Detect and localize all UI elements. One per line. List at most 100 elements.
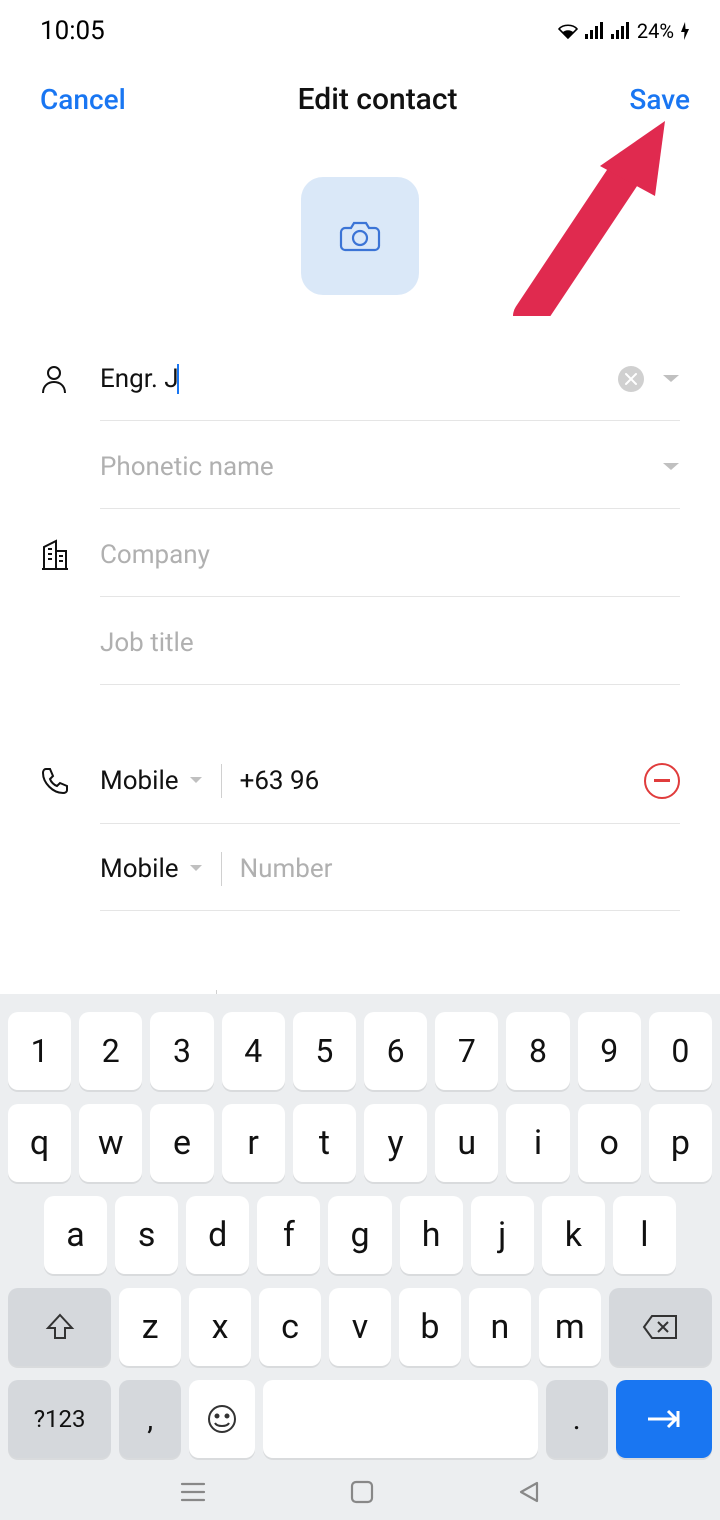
- key-m[interactable]: m: [539, 1288, 601, 1366]
- key-a[interactable]: a: [44, 1196, 107, 1274]
- key-d[interactable]: d: [186, 1196, 249, 1274]
- key-j[interactable]: j: [471, 1196, 534, 1274]
- phone2-row: Mobile: [40, 825, 680, 913]
- key-g[interactable]: g: [328, 1196, 391, 1274]
- page-title: Edit contact: [298, 82, 458, 117]
- key-v[interactable]: v: [329, 1288, 391, 1366]
- save-button[interactable]: Save: [629, 83, 690, 116]
- backspace-key[interactable]: [609, 1288, 712, 1366]
- phone2-type-selector[interactable]: Mobile: [100, 854, 221, 884]
- nav-bar: [8, 1468, 712, 1520]
- jobtitle-input[interactable]: [100, 628, 680, 658]
- add-photo-button[interactable]: [301, 177, 419, 295]
- key-s[interactable]: s: [115, 1196, 178, 1274]
- key-y[interactable]: y: [364, 1104, 427, 1182]
- key-l[interactable]: l: [613, 1196, 676, 1274]
- phonetic-input[interactable]: [100, 452, 680, 482]
- clear-name-button[interactable]: [618, 366, 644, 392]
- key-5[interactable]: 5: [293, 1012, 356, 1090]
- name-row: Engr. J: [40, 335, 680, 423]
- camera-icon: [339, 218, 381, 254]
- building-icon: [40, 539, 100, 571]
- nav-back-button[interactable]: [518, 1480, 540, 1508]
- company-input[interactable]: [100, 540, 680, 570]
- company-field-body: [100, 514, 680, 597]
- x-icon: [625, 373, 637, 385]
- key-h[interactable]: h: [400, 1196, 463, 1274]
- key-3[interactable]: 3: [150, 1012, 213, 1090]
- key-8[interactable]: 8: [506, 1012, 569, 1090]
- phonetic-field-body: [100, 426, 680, 509]
- status-time: 10:05: [40, 16, 105, 46]
- phone1-type-label: Mobile: [100, 766, 179, 796]
- backspace-icon: [642, 1314, 678, 1340]
- key-0[interactable]: 0: [649, 1012, 712, 1090]
- symbols-key[interactable]: ?123: [8, 1380, 111, 1458]
- shift-key[interactable]: [8, 1288, 111, 1366]
- phone1-type-selector[interactable]: Mobile: [100, 766, 221, 796]
- key-n[interactable]: n: [469, 1288, 531, 1366]
- kb-row-qwerty: qwertyuiop: [8, 1104, 712, 1182]
- jobtitle-field-body: [100, 602, 680, 685]
- chevron-down-icon: [189, 864, 203, 874]
- name-field-body: Engr. J: [100, 338, 680, 421]
- separator: [221, 852, 222, 886]
- chevron-down-icon: [662, 373, 680, 385]
- expand-name-button[interactable]: [662, 373, 680, 385]
- enter-key[interactable]: [616, 1380, 712, 1458]
- period-key[interactable]: .: [546, 1380, 608, 1458]
- emoji-icon: [206, 1403, 238, 1435]
- emoji-key[interactable]: [189, 1380, 254, 1458]
- phone1-input[interactable]: +63 96: [240, 766, 644, 796]
- space-key[interactable]: [263, 1380, 538, 1458]
- separator: [221, 764, 222, 798]
- shift-icon: [45, 1312, 75, 1342]
- key-w[interactable]: w: [79, 1104, 142, 1182]
- remove-phone1-button[interactable]: [644, 763, 680, 799]
- key-4[interactable]: 4: [222, 1012, 285, 1090]
- battery-percent: 24%: [637, 19, 674, 43]
- key-u[interactable]: u: [435, 1104, 498, 1182]
- phone-icon: [40, 766, 100, 796]
- charging-icon: [680, 22, 690, 40]
- key-6[interactable]: 6: [364, 1012, 427, 1090]
- minus-icon: [654, 779, 670, 782]
- key-b[interactable]: b: [399, 1288, 461, 1366]
- cancel-button[interactable]: Cancel: [40, 83, 126, 116]
- key-r[interactable]: r: [222, 1104, 285, 1182]
- signal-icon: [585, 22, 605, 40]
- comma-key[interactable]: ,: [119, 1380, 181, 1458]
- expand-phonetic-button[interactable]: [662, 461, 680, 473]
- nav-home-button[interactable]: [350, 1480, 374, 1508]
- name-input[interactable]: Engr. J: [100, 364, 179, 394]
- kb-row-asdf: asdfghjkl: [8, 1196, 712, 1274]
- key-i[interactable]: i: [506, 1104, 569, 1182]
- key-1[interactable]: 1: [8, 1012, 71, 1090]
- phone2-body: Mobile: [100, 828, 680, 911]
- nav-recent-button[interactable]: [180, 1481, 206, 1507]
- signal2-icon: [611, 22, 631, 40]
- key-k[interactable]: k: [542, 1196, 605, 1274]
- key-q[interactable]: q: [8, 1104, 71, 1182]
- key-f[interactable]: f: [257, 1196, 320, 1274]
- keyboard: 1234567890 qwertyuiop asdfghjkl zxcvbnm …: [0, 994, 720, 1520]
- phone2-input[interactable]: [240, 854, 680, 884]
- key-9[interactable]: 9: [578, 1012, 641, 1090]
- key-7[interactable]: 7: [435, 1012, 498, 1090]
- jobtitle-row: [40, 599, 680, 687]
- key-2[interactable]: 2: [79, 1012, 142, 1090]
- key-p[interactable]: p: [649, 1104, 712, 1182]
- key-o[interactable]: o: [578, 1104, 641, 1182]
- key-t[interactable]: t: [293, 1104, 356, 1182]
- status-icons: 24%: [557, 19, 690, 43]
- kb-row-bottom: ?123 , .: [8, 1380, 712, 1458]
- phonetic-row: [40, 423, 680, 511]
- key-z[interactable]: z: [119, 1288, 181, 1366]
- text-cursor: [177, 364, 179, 394]
- kb-row-numbers: 1234567890: [8, 1012, 712, 1090]
- key-x[interactable]: x: [189, 1288, 251, 1366]
- key-e[interactable]: e: [150, 1104, 213, 1182]
- chevron-down-icon: [189, 776, 203, 786]
- key-c[interactable]: c: [259, 1288, 321, 1366]
- phone1-body: Mobile +63 96: [100, 739, 680, 824]
